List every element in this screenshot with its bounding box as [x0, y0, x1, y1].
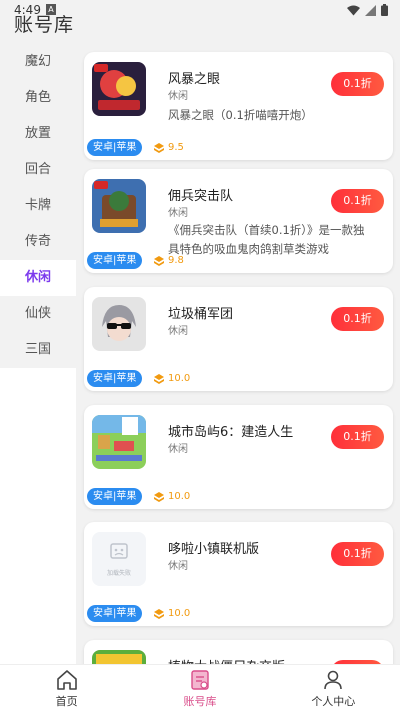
platform-badge: 安卓|苹果 — [87, 605, 143, 622]
rating-value: 9.5 — [168, 142, 184, 153]
game-card[interactable]: 佣兵突击队 休闲 《佣兵突击队（首续0.1折）》是一款独具特色的吸血鬼肉鸽割草类… — [84, 169, 393, 273]
rating-icon — [154, 373, 164, 384]
category-fantasy[interactable]: 魔幻 — [0, 44, 76, 80]
platform-badge: 安卓|苹果 — [87, 252, 143, 269]
rating-value: 9.8 — [168, 255, 184, 266]
home-icon — [56, 670, 77, 690]
page-title: 账号库 — [14, 14, 75, 36]
game-thumbnail: 加载失败 — [92, 532, 146, 586]
status-icons — [347, 4, 388, 16]
category-casual[interactable]: 休闲 — [0, 260, 76, 296]
game-thumbnail — [92, 179, 146, 233]
discount-button[interactable]: 0.1折 — [331, 189, 384, 213]
tab-label: 首页 — [55, 695, 78, 708]
rating: 10.0 — [154, 370, 190, 387]
bottom-tab-bar: 首页 账号库 个人中心 — [0, 664, 400, 711]
discount-button[interactable]: 0.1折 — [331, 425, 384, 449]
category-role[interactable]: 角色 — [0, 80, 76, 116]
game-thumbnail — [92, 297, 146, 351]
game-name: 风暴之眼 — [168, 72, 221, 87]
rating-value: 10.0 — [168, 608, 191, 619]
rating-value: 10.0 — [168, 491, 191, 502]
tab-label: 个人中心 — [311, 695, 356, 708]
game-name: 城市岛屿6：建造人生 — [168, 425, 294, 440]
game-tag: 休闲 — [168, 91, 188, 102]
platform-badge: 安卓|苹果 — [87, 139, 143, 156]
tab-profile[interactable]: 个人中心 — [267, 665, 400, 711]
game-thumbnail — [92, 415, 146, 469]
category-sidebar: 魔幻 角色 放置 回合 卡牌 传奇 休闲 仙侠 三国 — [0, 44, 76, 668]
discount-button[interactable]: 0.1折 — [331, 72, 384, 96]
wifi-icon — [347, 5, 360, 15]
category-idle[interactable]: 放置 — [0, 116, 76, 152]
rating: 9.8 — [154, 252, 184, 269]
rating: 10.0 — [154, 488, 190, 505]
game-description: 风暴之眼（0.1折喵嘻开炮） — [168, 108, 313, 122]
image-placeholder-text: 加载失败 — [106, 570, 131, 577]
discount-button[interactable]: 0.1折 — [331, 542, 384, 566]
sidebar-background — [0, 368, 76, 668]
account-library-icon — [191, 670, 209, 690]
tab-account-library[interactable]: 账号库 — [133, 665, 266, 711]
game-tag: 休闲 — [168, 561, 188, 572]
rating: 10.0 — [154, 605, 190, 622]
game-list: 风暴之眼 休闲 风暴之眼（0.1折喵嘻开炮） 0.1折 安卓|苹果 9.5 佣兵… — [76, 44, 400, 664]
tab-home[interactable]: 首页 — [0, 665, 133, 711]
rating-icon — [154, 608, 164, 619]
category-legend[interactable]: 传奇 — [0, 224, 76, 260]
game-name: 哆啦小镇联机版 — [168, 542, 260, 557]
rating-icon — [154, 142, 164, 153]
category-three-kingdoms[interactable]: 三国 — [0, 332, 76, 368]
game-name: 佣兵突击队 — [168, 189, 234, 204]
platform-badge: 安卓|苹果 — [87, 488, 143, 505]
rating-value: 10.0 — [168, 373, 191, 384]
tab-label: 账号库 — [183, 695, 217, 708]
game-description: 《佣兵突击队（首续0.1折）》是一款独具特色的吸血鬼肉鸽割草类游戏 — [168, 223, 365, 256]
platform-badge: 安卓|苹果 — [87, 370, 143, 387]
category-turn-based[interactable]: 回合 — [0, 152, 76, 188]
image-placeholder-icon — [110, 543, 128, 559]
game-card[interactable]: 垃圾桶军团 休闲 0.1折 安卓|苹果 10.0 — [84, 287, 393, 391]
signal-icon — [365, 4, 376, 16]
game-card[interactable]: 加载失败 哆啦小镇联机版 休闲 0.1折 安卓|苹果 10.0 — [84, 522, 393, 626]
game-card[interactable]: 风暴之眼 休闲 风暴之眼（0.1折喵嘻开炮） 0.1折 安卓|苹果 9.5 — [84, 52, 393, 160]
rating-icon — [154, 491, 164, 502]
discount-button[interactable]: 0.1折 — [331, 307, 384, 331]
rating-icon — [154, 255, 164, 266]
battery-icon — [381, 4, 388, 16]
game-card[interactable]: 植物大战僵尸杂交版 — [84, 640, 393, 664]
game-tag: 休闲 — [168, 326, 188, 337]
game-card[interactable]: 城市岛屿6：建造人生 休闲 0.1折 安卓|苹果 10.0 — [84, 405, 393, 509]
game-name: 植物大战僵尸杂交版 — [168, 656, 285, 664]
game-tag: 休闲 — [168, 208, 188, 219]
category-xianxia[interactable]: 仙侠 — [0, 296, 76, 332]
game-name: 垃圾桶军团 — [168, 307, 234, 322]
profile-icon — [324, 670, 343, 690]
game-thumbnail — [92, 62, 146, 116]
category-card[interactable]: 卡牌 — [0, 188, 76, 224]
game-thumbnail — [92, 650, 146, 664]
rating: 9.5 — [154, 139, 184, 156]
game-tag: 休闲 — [168, 444, 188, 455]
